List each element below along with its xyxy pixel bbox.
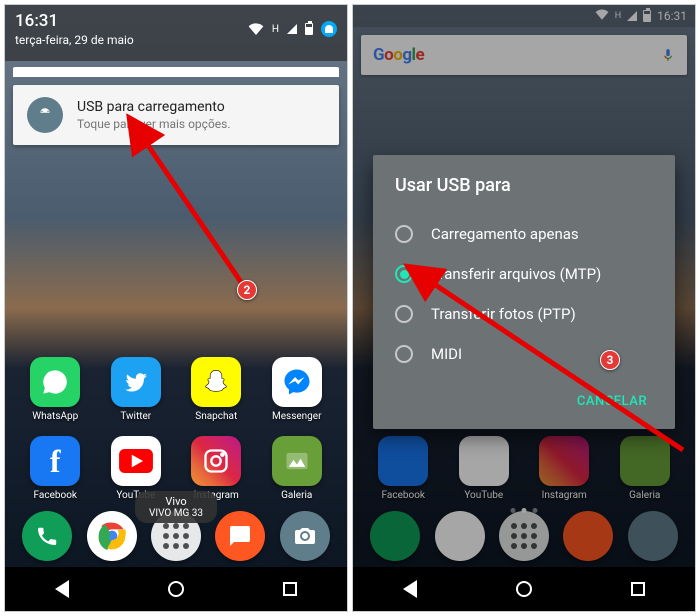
search-bar-peek <box>13 67 339 77</box>
app-label: Messenger <box>272 411 322 422</box>
option-charge-only[interactable]: Carregamento apenas <box>395 214 653 254</box>
nav-back-button[interactable] <box>403 580 417 598</box>
usb-dialog: Usar USB para Carregamento apenas Transf… <box>373 155 675 429</box>
date-label: terça-feira, 29 de maio <box>15 33 240 47</box>
gallery-icon <box>272 436 322 486</box>
nav-home-button[interactable] <box>168 581 184 597</box>
radio-icon <box>395 225 413 243</box>
notification-subtitle: Toque para ver mais opções. <box>77 117 231 131</box>
app-messenger[interactable]: Messenger <box>257 357 338 422</box>
app-label: Galeria <box>281 490 312 501</box>
clock: 16:31 <box>15 11 240 31</box>
dialog-title: Usar USB para <box>395 175 653 196</box>
nav-recents-button[interactable] <box>283 582 297 596</box>
phone-right: H 16:31 Google WhatsApp Twitter Snapchat… <box>352 4 696 612</box>
app-label: Snapchat <box>195 411 237 422</box>
battery-icon <box>305 23 313 35</box>
app-label: WhatsApp <box>32 411 78 422</box>
youtube-icon <box>111 436 161 486</box>
dock-phone[interactable] <box>22 511 72 561</box>
usb-notification[interactable]: USB para carregamento Toque para ver mai… <box>13 85 339 145</box>
phone-left: 16:31 terça-feira, 29 de maio H USB para… <box>4 4 348 612</box>
app-drawer-icon <box>173 533 179 539</box>
navigation-bar <box>353 567 695 611</box>
option-ptp[interactable]: Transferir fotos (PTP) <box>395 294 653 334</box>
annotation-badge-3: 3 <box>600 350 620 370</box>
twitter-icon <box>111 357 161 407</box>
app-facebook[interactable]: f Facebook <box>15 436 96 501</box>
option-label: Carregamento apenas <box>431 225 579 243</box>
app-twitter[interactable]: Twitter <box>96 357 177 422</box>
option-label: MIDI <box>431 345 462 363</box>
dock-messages[interactable] <box>215 511 265 561</box>
facebook-icon: f <box>30 436 80 486</box>
carrier-toast: Vivo VIVO MG 33 <box>135 491 217 523</box>
wifi-icon <box>248 20 264 39</box>
dock-chrome[interactable] <box>87 511 137 561</box>
nav-home-button[interactable] <box>516 581 532 597</box>
app-snapchat[interactable]: Snapchat <box>176 357 257 422</box>
option-mtp[interactable]: Transferir arquivos (MTP) <box>395 254 653 294</box>
messenger-icon <box>272 357 322 407</box>
android-icon <box>27 97 63 133</box>
home-app-grid: WhatsApp Twitter Snapchat Messenger f Fac… <box>5 357 347 501</box>
navigation-bar <box>5 567 347 611</box>
radio-icon <box>395 345 413 363</box>
option-label: Transferir fotos (PTP) <box>431 305 576 323</box>
app-whatsapp[interactable]: WhatsApp <box>15 357 96 422</box>
nav-recents-button[interactable] <box>631 582 645 596</box>
radio-icon <box>395 305 413 323</box>
app-galeria[interactable]: Galeria <box>257 436 338 501</box>
radio-icon <box>395 265 413 283</box>
annotation-badge-2: 2 <box>237 280 257 300</box>
app-label: Facebook <box>34 490 77 501</box>
cancel-button[interactable]: CANCELAR <box>571 386 653 417</box>
carrier-name: Vivo <box>149 495 203 508</box>
signal-icon <box>287 24 297 34</box>
notification-shade: 16:31 terça-feira, 29 de maio H <box>5 5 347 61</box>
whatsapp-icon <box>30 357 80 407</box>
notification-text: USB para carregamento Toque para ver mai… <box>77 99 231 131</box>
notification-title: USB para carregamento <box>77 99 231 115</box>
option-label: Transferir arquivos (MTP) <box>431 265 601 283</box>
dock-camera[interactable] <box>280 511 330 561</box>
network-type: H <box>272 24 279 35</box>
carrier-detail: VIVO MG 33 <box>149 508 203 519</box>
profile-avatar-icon[interactable] <box>321 21 337 37</box>
instagram-icon <box>191 436 241 486</box>
app-label: Twitter <box>120 411 151 422</box>
nav-back-button[interactable] <box>55 580 69 598</box>
snapchat-icon <box>191 357 241 407</box>
